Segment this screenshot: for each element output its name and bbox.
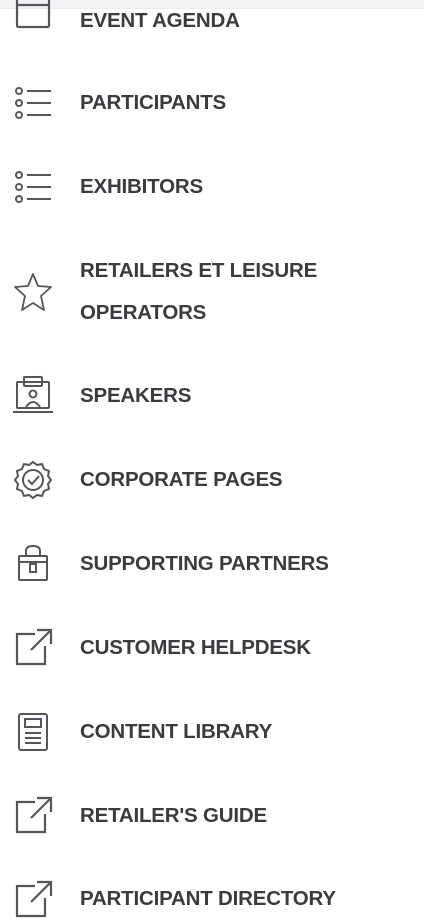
menu-item-label: RETAILERS ET LEISURE OPERATORS (80, 259, 318, 324)
menu-item-retailers-guide[interactable]: RETAILER'S GUIDE (0, 795, 424, 837)
menu-item-retailers-leisure[interactable]: RETAILERS ET LEISURE OPERATORS (0, 250, 424, 334)
menu-item-label: RETAILER'S GUIDE (80, 804, 267, 827)
external-link-icon (9, 876, 57, 924)
menu-item-label: EVENT AGENDA (80, 9, 240, 32)
calendar-icon (9, 0, 57, 39)
menu-item-event-agenda[interactable]: EVENT AGENDA (0, 0, 424, 42)
menu-item-corporate-pages[interactable]: CORPORATE PAGES (0, 459, 424, 501)
star-icon (9, 268, 57, 316)
menu-item-participant-directory[interactable]: PARTICIPANT DIRECTORY (0, 878, 424, 920)
menu-item-label: CUSTOMER HELPDESK (80, 636, 311, 659)
external-link-icon (9, 792, 57, 840)
menu-item-label: PARTICIPANTS (80, 91, 227, 114)
external-link-icon (9, 624, 57, 672)
speaker-presentation-icon (9, 372, 57, 420)
menu-item-supporting-partners[interactable]: SUPPORTING PARTNERS (0, 543, 424, 585)
menu-item-exhibitors[interactable]: EXHIBITORS (0, 166, 424, 208)
menu-item-label: SUPPORTING PARTNERS (80, 552, 329, 575)
menu-item-content-library[interactable]: CONTENT LIBRARY (0, 711, 424, 753)
document-icon (9, 708, 57, 756)
menu-item-label: CONTENT LIBRARY (80, 720, 273, 743)
navigation-menu: EVENT AGENDA PARTICIPANTS EXHIBITORS RET… (0, 0, 424, 920)
menu-item-label: PARTICIPANT DIRECTORY (80, 887, 336, 910)
menu-item-label: SPEAKERS (80, 384, 192, 407)
menu-item-label: CORPORATE PAGES (80, 468, 283, 491)
menu-item-participants[interactable]: PARTICIPANTS (0, 82, 424, 124)
menu-item-customer-helpdesk[interactable]: CUSTOMER HELPDESK (0, 627, 424, 669)
menu-item-label: EXHIBITORS (80, 175, 203, 198)
menu-item-speakers[interactable]: SPEAKERS (0, 375, 424, 417)
verified-badge-icon (9, 456, 57, 504)
list-icon (9, 79, 57, 127)
shopping-bag-icon (9, 540, 57, 588)
list-icon (9, 163, 57, 211)
